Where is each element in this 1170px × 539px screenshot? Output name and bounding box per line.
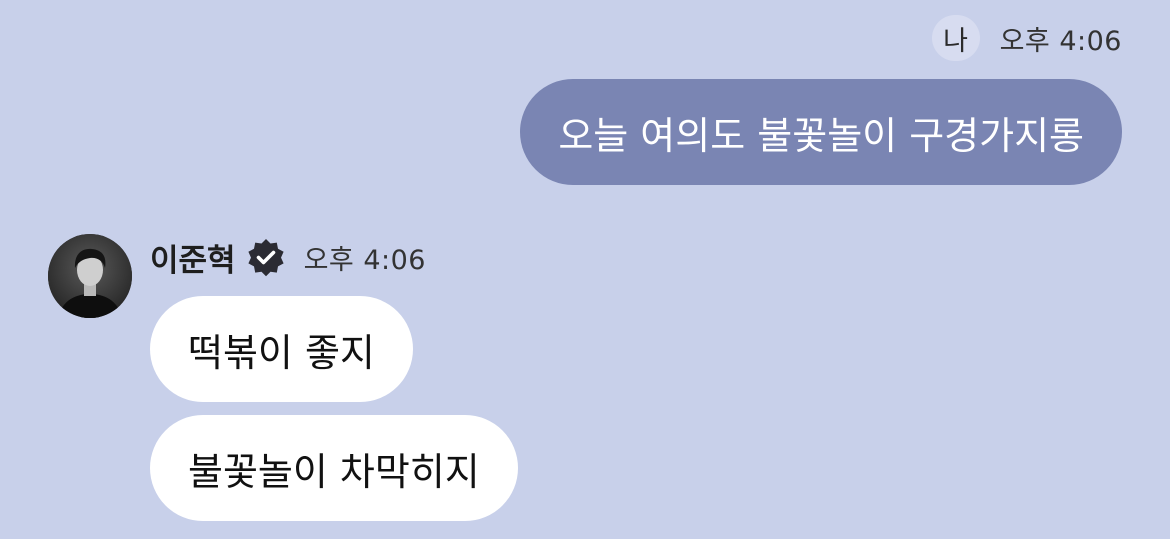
incoming-message-bubble[interactable]: 불꽃놀이 차막히지 bbox=[150, 415, 518, 521]
friend-name[interactable]: 이준혁 bbox=[150, 235, 236, 280]
friend-message-header: 이준혁 오후 4:06 bbox=[150, 234, 426, 280]
incoming-message-bubble[interactable]: 떡볶이 좋지 bbox=[150, 296, 413, 402]
incoming-message-text: 떡볶이 좋지 bbox=[188, 330, 375, 375]
outgoing-message-text: 오늘 여의도 불꽃놀이 구경가지롱 bbox=[558, 113, 1084, 158]
friend-message-time: 오후 4:06 bbox=[303, 244, 426, 276]
outgoing-message-bubble[interactable]: 오늘 여의도 불꽃놀이 구경가지롱 bbox=[520, 79, 1122, 185]
my-message-header: 나 오후 4:06 bbox=[931, 15, 1122, 61]
incoming-message-text: 불꽃놀이 차막히지 bbox=[188, 449, 480, 494]
profile-photo-icon bbox=[48, 234, 132, 318]
my-badge: 나 bbox=[931, 15, 980, 61]
avatar[interactable] bbox=[48, 234, 132, 318]
verified-badge-icon bbox=[246, 237, 286, 277]
my-message-time: 오후 4:06 bbox=[999, 25, 1122, 57]
